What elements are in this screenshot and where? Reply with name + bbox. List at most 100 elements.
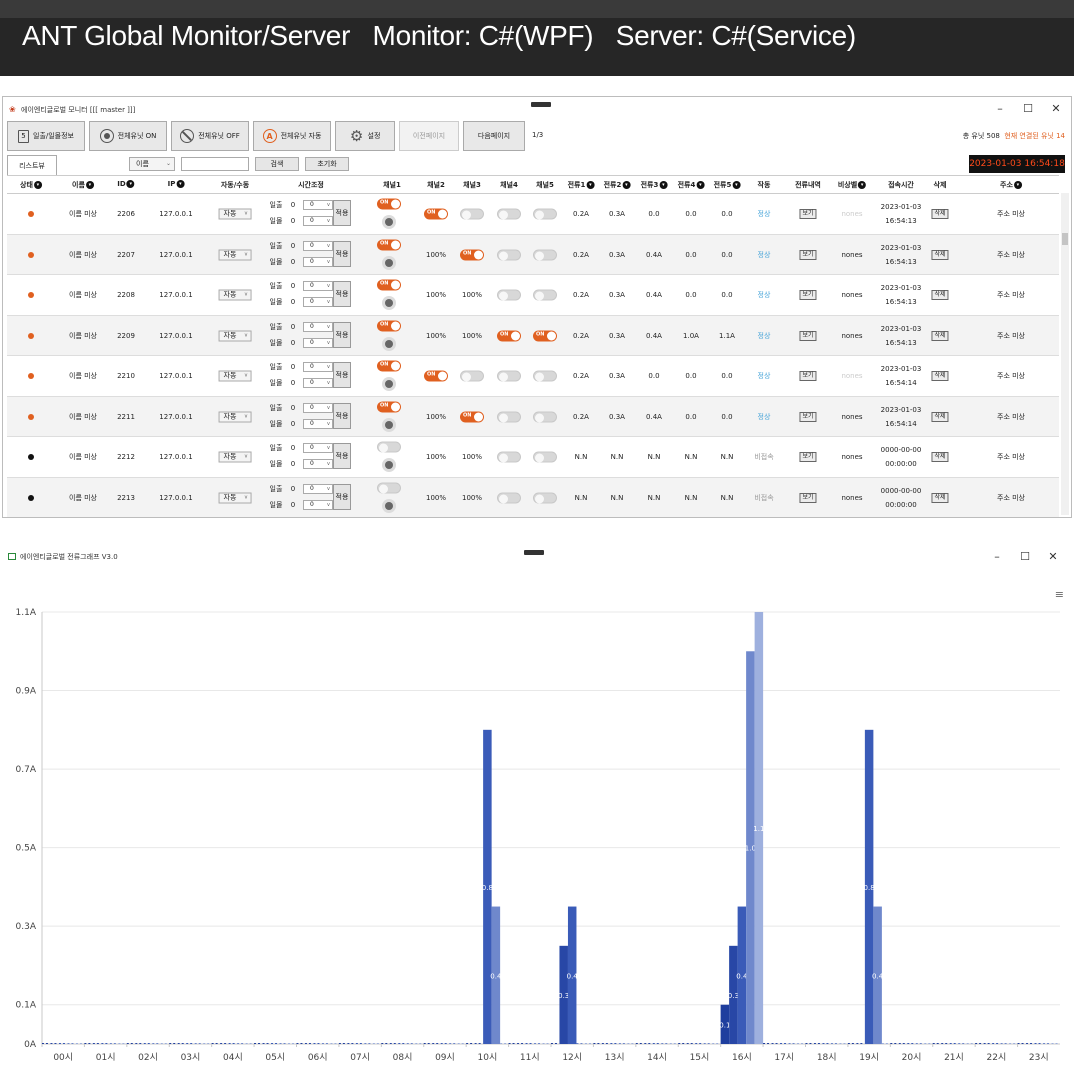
channel1-dimmer-knob[interactable] xyxy=(382,215,396,229)
column-header[interactable]: 접속시간 xyxy=(888,180,914,190)
sunrise-minute-select[interactable]: 0 xyxy=(303,483,333,494)
delete-button[interactable]: 삭제 xyxy=(931,249,949,260)
apply-button[interactable]: 적용 xyxy=(333,443,351,469)
apply-button[interactable]: 적용 xyxy=(333,240,351,267)
sunset-minute-select[interactable]: 0 xyxy=(303,418,333,429)
sort-icon[interactable]: ▾ xyxy=(126,180,135,188)
sort-icon[interactable]: ▾ xyxy=(659,181,668,189)
column-header[interactable]: 시간조정 xyxy=(298,180,324,190)
delete-button[interactable]: 삭제 xyxy=(931,452,949,462)
channel1-dimmer-knob[interactable] xyxy=(382,377,396,391)
channel-toggle[interactable]: ON xyxy=(533,330,557,341)
column-header[interactable]: 전류1 ▾ xyxy=(568,180,595,190)
column-header[interactable]: 상태 ▾ xyxy=(20,180,42,190)
view-history-button[interactable]: 보기 xyxy=(799,492,817,503)
delete-button[interactable]: 삭제 xyxy=(931,411,949,422)
search-input[interactable] xyxy=(181,157,249,171)
sunrise-minute-select[interactable]: 0 xyxy=(303,200,333,210)
sunset-minute-select[interactable]: 0 xyxy=(303,337,333,348)
channel-toggle[interactable] xyxy=(497,289,521,301)
sunrise-minute-select[interactable]: 0 xyxy=(303,362,333,372)
channel-toggle[interactable] xyxy=(533,370,557,382)
column-header[interactable]: 자동/수동 xyxy=(221,180,249,190)
view-history-button[interactable]: 보기 xyxy=(799,249,817,260)
sort-icon[interactable]: ▾ xyxy=(586,181,595,189)
column-header[interactable]: 전류3 ▾ xyxy=(641,180,668,190)
sunset-minute-select[interactable]: 0 xyxy=(303,499,333,510)
column-header[interactable]: ID ▾ xyxy=(117,180,135,188)
channel-toggle[interactable]: ON xyxy=(424,370,448,382)
column-header[interactable]: 전류2 ▾ xyxy=(604,180,631,190)
view-history-button[interactable]: 보기 xyxy=(799,330,817,341)
channel1-dimmer-knob[interactable] xyxy=(382,458,396,472)
sunset-minute-select[interactable]: 0 xyxy=(303,459,333,469)
view-history-button[interactable]: 보기 xyxy=(799,452,817,462)
channel-toggle[interactable]: ON xyxy=(460,249,484,260)
channel1-dimmer-knob[interactable] xyxy=(382,417,396,432)
sort-icon[interactable]: ▾ xyxy=(85,181,94,189)
next-page-button[interactable]: 다음페이지 xyxy=(463,121,525,151)
channel-toggle[interactable] xyxy=(497,249,521,260)
channel-toggle[interactable] xyxy=(533,289,557,301)
column-header[interactable]: 작동 xyxy=(758,180,771,190)
minimize-icon[interactable]: – xyxy=(993,102,1007,115)
channel-toggle[interactable] xyxy=(533,451,557,463)
prev-page-button[interactable]: 이전페이지 xyxy=(399,121,459,151)
channel-toggle[interactable] xyxy=(497,451,521,463)
sunrise-minute-select[interactable]: 0 xyxy=(303,402,333,413)
channel-toggle[interactable] xyxy=(533,411,557,422)
column-header[interactable]: 채널2 xyxy=(427,180,445,190)
column-header[interactable]: 전류내역 xyxy=(795,180,821,190)
channel-toggle[interactable]: ON xyxy=(377,239,401,250)
column-header[interactable]: 주소 ▾ xyxy=(1000,180,1022,190)
sort-icon[interactable]: ▾ xyxy=(858,181,867,189)
delete-button[interactable]: 삭제 xyxy=(931,209,949,219)
delete-button[interactable]: 삭제 xyxy=(931,330,949,341)
maximize-icon[interactable]: ☐ xyxy=(1021,102,1035,115)
channel-toggle[interactable] xyxy=(460,370,484,382)
reset-button[interactable]: 초기화 xyxy=(305,157,349,171)
channel-toggle[interactable]: ON xyxy=(377,401,401,412)
field-select[interactable]: 이름 ⌄ xyxy=(129,157,175,171)
column-header[interactable]: 채널5 xyxy=(536,180,554,190)
mode-select[interactable]: 자동 xyxy=(218,249,252,260)
channel1-dimmer-knob[interactable] xyxy=(382,255,396,270)
mode-select[interactable]: 자동 xyxy=(218,208,252,220)
sunrise-minute-select[interactable]: 0 xyxy=(303,443,333,453)
channel-toggle[interactable]: ON xyxy=(377,360,401,372)
column-header[interactable]: IP ▾ xyxy=(168,180,185,188)
channel-toggle[interactable]: ON xyxy=(377,320,401,331)
sunset-minute-select[interactable]: 0 xyxy=(303,378,333,388)
channel-toggle[interactable] xyxy=(497,208,521,220)
settings-button[interactable]: ⚙ 설정 xyxy=(335,121,395,151)
sort-icon[interactable]: ▾ xyxy=(1013,181,1022,189)
all-auto-button[interactable]: A 전체유닛 자동 xyxy=(253,121,331,151)
view-history-button[interactable]: 보기 xyxy=(799,290,817,300)
channel-toggle[interactable]: ON xyxy=(424,208,448,220)
daily-info-button[interactable]: 5 일출/일몰정보 xyxy=(7,121,85,151)
tab-listview[interactable]: 리스트뷰 xyxy=(7,155,57,175)
channel-toggle[interactable] xyxy=(497,411,521,422)
table-scrollbar[interactable] xyxy=(1061,193,1069,515)
channel-toggle[interactable]: ON xyxy=(377,279,401,291)
delete-button[interactable]: 삭제 xyxy=(931,290,949,300)
delete-button[interactable]: 삭제 xyxy=(931,492,949,503)
channel-toggle[interactable] xyxy=(497,492,521,503)
column-header[interactable]: 전류5 ▾ xyxy=(714,180,741,190)
column-header[interactable]: 삭제 xyxy=(934,180,947,190)
channel-toggle[interactable] xyxy=(533,208,557,220)
column-header[interactable]: 이름 ▾ xyxy=(72,180,94,190)
apply-button[interactable]: 적용 xyxy=(333,483,351,510)
sunrise-minute-select[interactable]: 0 xyxy=(303,321,333,332)
apply-button[interactable]: 적용 xyxy=(333,402,351,429)
sort-icon[interactable]: ▾ xyxy=(696,181,705,189)
channel-toggle[interactable]: ON xyxy=(460,411,484,422)
column-header[interactable]: 채널4 xyxy=(500,180,518,190)
column-header[interactable]: 비상벨 ▾ xyxy=(838,180,867,190)
close-icon[interactable]: ✕ xyxy=(1049,102,1063,115)
delete-button[interactable]: 삭제 xyxy=(931,371,949,381)
sort-icon[interactable]: ▾ xyxy=(622,181,631,189)
column-header[interactable]: 채널1 xyxy=(383,180,401,190)
channel-toggle[interactable] xyxy=(533,249,557,260)
apply-button[interactable]: 적용 xyxy=(333,281,351,307)
